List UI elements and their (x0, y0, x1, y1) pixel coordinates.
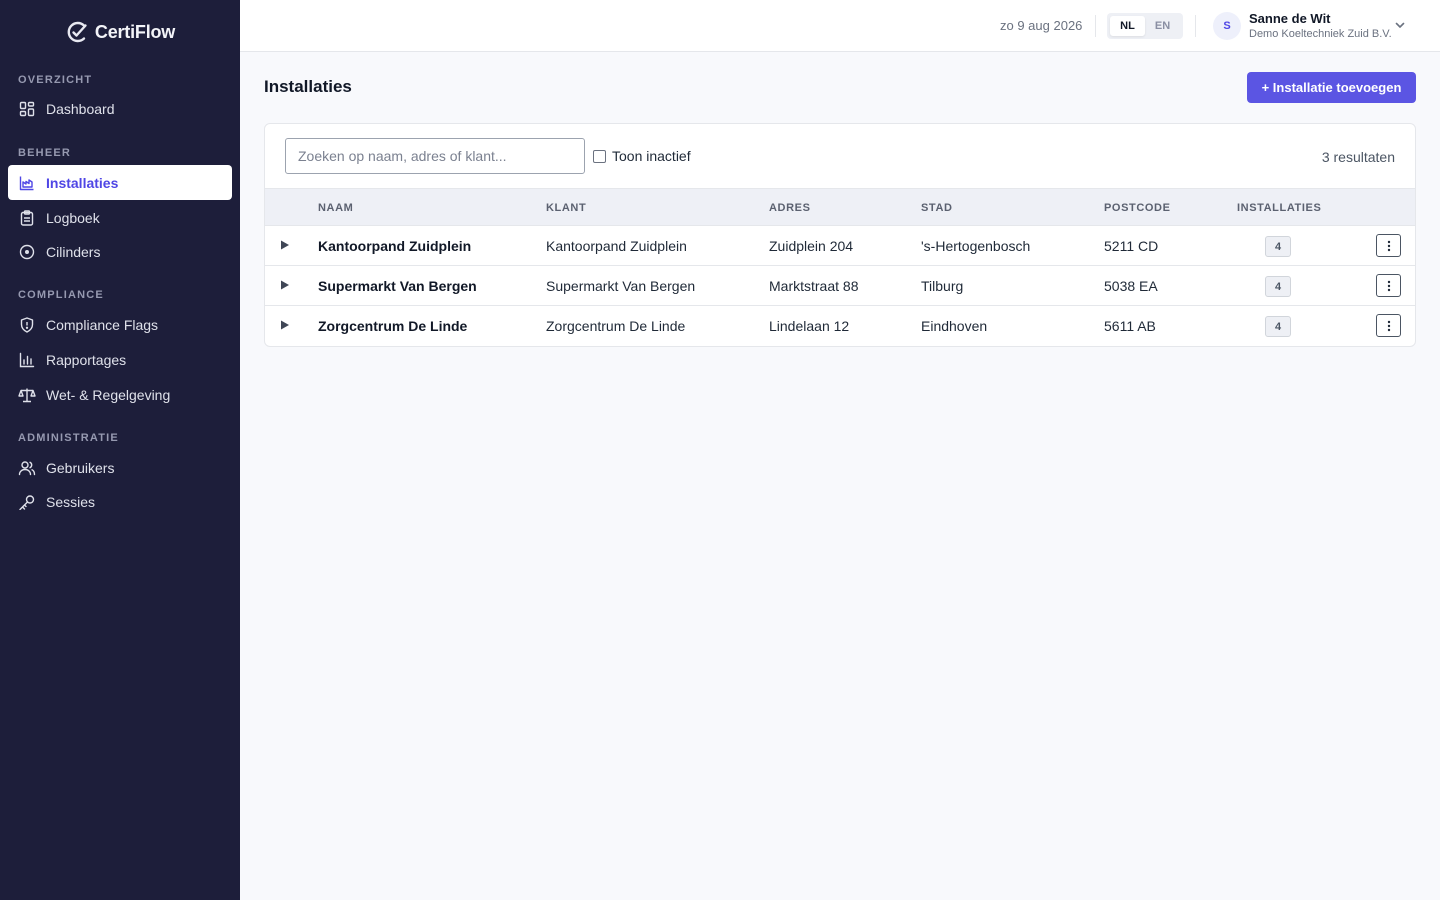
table-row[interactable]: Supermarkt Van Bergen Supermarkt Van Ber… (265, 266, 1415, 306)
expand-row-icon[interactable] (279, 318, 293, 332)
more-vertical-icon (1387, 240, 1390, 251)
cell-postcode: 5038 EA (1104, 278, 1158, 294)
dashboard-icon (18, 100, 36, 118)
section-label-administratie: ADMINISTRATIE (18, 432, 119, 444)
cell-klant: Zorgcentrum De Linde (546, 318, 686, 334)
logo-mark-icon (65, 19, 91, 45)
divider (1195, 15, 1196, 37)
sidebar-item-label: Installaties (46, 174, 119, 191)
cell-adres: Zuidplein 204 (769, 238, 854, 254)
divider (1095, 15, 1096, 37)
cell-naam: Kantoorpand Zuidplein (318, 238, 472, 254)
sidebar-item-logboek[interactable]: Logboek (8, 200, 232, 235)
installations-icon (18, 174, 36, 192)
chevron-down-icon[interactable] (1393, 18, 1407, 32)
installations-count-badge: 4 (1265, 236, 1291, 257)
show-inactive-toggle[interactable]: Toon inactief (593, 148, 691, 164)
sidebar-item-compliance-flags[interactable]: Compliance Flags (8, 307, 232, 342)
column-header-stad[interactable]: STAD (921, 202, 953, 214)
sidebar-item-cilinders[interactable]: Cilinders (8, 234, 232, 269)
cell-postcode: 5211 CD (1104, 238, 1159, 254)
cell-stad: 's-Hertogenbosch (921, 238, 1031, 254)
cell-adres: Marktstraat 88 (769, 278, 859, 294)
sidebar-item-label: Rapportages (46, 351, 127, 368)
page-title: Installaties (264, 77, 352, 96)
cell-stad: Eindhoven (921, 318, 988, 334)
sidebar-item-gebruikers[interactable]: Gebruikers (8, 450, 232, 485)
cell-klant: Kantoorpand Zuidplein (546, 238, 687, 254)
more-vertical-icon (1387, 280, 1390, 291)
clipboard-icon (18, 209, 36, 227)
add-installation-button[interactable]: + Installatie toevoegen (1247, 72, 1416, 103)
row-actions-button[interactable] (1376, 314, 1401, 337)
sidebar-item-wet-regelgeving[interactable]: Wet- & Regelgeving (8, 377, 232, 412)
cell-klant: Supermarkt Van Bergen (546, 278, 696, 294)
expand-row-icon[interactable] (279, 238, 293, 252)
section-label-beheer: BEHEER (18, 147, 72, 159)
search-input[interactable] (285, 138, 585, 174)
app-name: CertiFlow (94, 21, 176, 42)
column-header-naam[interactable]: NAAM (318, 202, 353, 214)
language-switcher: NL EN (1107, 13, 1183, 39)
sidebar: CertiFlow OVERZICHT Dashboard BEHEER Ins… (0, 0, 240, 900)
users-icon (18, 459, 36, 477)
column-header-klant[interactable]: KLANT (546, 202, 586, 214)
sidebar-item-label: Gebruikers (46, 459, 115, 476)
show-inactive-checkbox[interactable] (593, 149, 606, 163)
row-actions-button[interactable] (1376, 274, 1401, 297)
sidebar-item-label: Compliance Flags (46, 316, 159, 333)
sidebar-item-label: Logboek (46, 209, 100, 226)
cell-adres: Lindelaan 12 (769, 318, 850, 334)
scale-icon (18, 386, 36, 404)
sidebar-item-label: Sessies (46, 493, 96, 510)
installations-count-badge: 4 (1265, 276, 1291, 297)
language-nl-button[interactable]: NL (1110, 16, 1145, 36)
sidebar-item-dashboard[interactable]: Dashboard (8, 91, 232, 126)
cell-naam: Supermarkt Van Bergen (318, 278, 477, 294)
cell-naam: Zorgcentrum De Linde (318, 318, 468, 334)
bar-chart-icon (18, 351, 36, 369)
key-icon (18, 493, 36, 511)
section-label-compliance: COMPLIANCE (18, 289, 104, 301)
column-header-adres[interactable]: ADRES (769, 202, 811, 214)
column-header-postcode[interactable]: POSTCODE (1104, 202, 1171, 214)
top-header: zo 9 aug 2026 NL EN S Sanne de Wit Demo … (240, 0, 1440, 52)
cell-postcode: 5611 AB (1104, 318, 1156, 334)
sidebar-item-label: Wet- & Regelgeving (46, 386, 171, 403)
cylinder-icon (18, 243, 36, 261)
table-row[interactable]: Zorgcentrum De Linde Zorgcentrum De Lind… (265, 306, 1415, 346)
section-label-overzicht: OVERZICHT (18, 74, 93, 86)
sidebar-item-sessies[interactable]: Sessies (8, 484, 232, 519)
more-vertical-icon (1387, 320, 1390, 331)
installations-card: Toon inactief 3 resultaten NAAM KLANT AD… (264, 123, 1416, 347)
sidebar-item-label: Dashboard (46, 100, 115, 117)
column-header-installaties[interactable]: INSTALLATIES (1237, 202, 1321, 214)
row-actions-button[interactable] (1376, 234, 1401, 257)
installations-count-badge: 4 (1265, 316, 1291, 337)
avatar[interactable]: S (1213, 12, 1241, 40)
shield-icon (18, 316, 36, 334)
app-logo[interactable]: CertiFlow (0, 17, 240, 47)
table-header: NAAM KLANT ADRES STAD POSTCODE INSTALLAT… (265, 188, 1415, 226)
table-row[interactable]: Kantoorpand Zuidplein Kantoorpand Zuidpl… (265, 226, 1415, 266)
results-count: 3 resultaten (1321, 149, 1395, 165)
expand-row-icon[interactable] (279, 278, 293, 292)
sidebar-item-rapportages[interactable]: Rapportages (8, 342, 232, 377)
sidebar-item-installaties[interactable]: Installaties (8, 165, 232, 200)
user-organization: Demo Koeltechniek Zuid B.V. (1249, 28, 1392, 40)
cell-stad: Tilburg (921, 278, 964, 294)
user-name[interactable]: Sanne de Wit (1249, 11, 1331, 26)
current-date: zo 9 aug 2026 (1000, 18, 1083, 33)
language-en-button[interactable]: EN (1145, 16, 1180, 36)
sidebar-item-label: Cilinders (46, 243, 101, 260)
show-inactive-label: Toon inactief (612, 148, 691, 164)
